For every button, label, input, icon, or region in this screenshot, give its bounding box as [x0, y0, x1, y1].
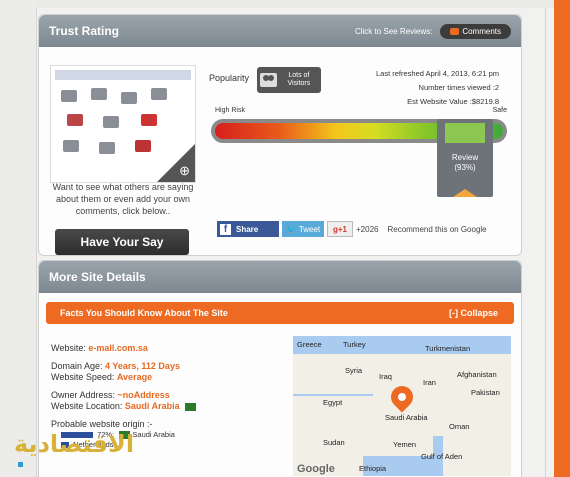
map-label: Ethiopia [359, 464, 387, 473]
google-logo: Google [297, 463, 335, 475]
review-indicator[interactable]: Review (93%) [437, 119, 493, 197]
est-value: Est Website Value :$8219.8 [407, 97, 499, 106]
map-label: Gulf of Aden [421, 452, 463, 461]
owner-row: Owner Address: ~noAddress [51, 390, 196, 401]
map-label: Pakistan [471, 388, 500, 397]
thumb-product [141, 114, 157, 126]
facts-bar[interactable]: Facts You Should Know About The Site [-]… [46, 302, 514, 324]
speed-label: Website Speed: [51, 372, 115, 382]
logo-accent [18, 462, 23, 467]
review-text: Review (93%) [437, 153, 493, 173]
click-to-see-reviews: Click to See Reviews: [354, 26, 433, 36]
review-window [445, 123, 485, 143]
left-margin [0, 0, 36, 477]
site-details-title: More Site Details [49, 270, 146, 284]
map-label: Saudi Arabia [385, 413, 428, 422]
high-risk-label: High Risk [215, 107, 245, 114]
map-label: Yemen [393, 440, 417, 449]
flag-icon [185, 402, 197, 411]
recommend-text: Recommend this on Google [387, 224, 487, 234]
domain-age-value: 4 Years, 112 Days [105, 361, 180, 371]
popularity-label: Popularity [209, 73, 250, 83]
facebook-share-button[interactable]: f Share [217, 221, 279, 237]
review-notch [453, 189, 477, 197]
times-viewed: Number times viewed :2 [418, 83, 499, 92]
domain-age-label: Domain Age: [51, 361, 103, 371]
last-refreshed: Last refreshed April 4, 2013, 6:21 pm [376, 69, 499, 78]
review-label: Review [451, 153, 479, 162]
reviews-area: Click to See Reviews: Comments [354, 23, 511, 39]
website-value[interactable]: e-mall.com.sa [88, 343, 148, 353]
comment-icon [450, 27, 460, 35]
map-label: Greece [297, 340, 322, 349]
comments-label: Comments [462, 26, 501, 36]
map-label: Turkey [343, 340, 366, 349]
map-label: Iraq [379, 372, 392, 381]
facts-title: Facts You Should Know About The Site [60, 308, 228, 318]
tweet-button[interactable]: 🐦 Tweet [282, 221, 324, 237]
visitors-text: Lots of Visitors [287, 72, 311, 87]
location-value: Saudi Arabia [124, 401, 180, 411]
site-details-header: More Site Details [39, 261, 521, 293]
map-label: Oman [449, 422, 470, 431]
trust-rating-panel: Trust Rating Click to See Reviews: Comme… [38, 14, 522, 256]
thumb-product [121, 92, 137, 104]
owner-value: ~noAddress [117, 390, 170, 400]
people-icon [260, 73, 277, 87]
collapse-toggle[interactable]: [-] Collapse [449, 308, 498, 318]
owner-label: Owner Address: [51, 390, 116, 400]
website-row: Website: e-mall.com.sa [51, 343, 196, 354]
newspaper-logo: الاقتصادية [14, 430, 135, 458]
twitter-icon: 🐦 [285, 224, 296, 234]
age-speed-group: Domain Age: 4 Years, 112 Days Website Sp… [51, 361, 196, 383]
frame-divider-left [36, 8, 37, 477]
domain-age-row: Domain Age: 4 Years, 112 Days [51, 361, 196, 372]
share-label: Share [236, 224, 259, 234]
map-label: Turkmenistan [425, 344, 471, 353]
site-thumbnail[interactable]: ⊕ [50, 65, 196, 183]
gplus-count: +2026 [356, 224, 379, 234]
thumb-product [61, 90, 77, 102]
google-plus-button[interactable]: g +1 [327, 221, 353, 237]
site-stats: Last refreshed April 4, 2013, 6:21 pm Nu… [376, 67, 499, 109]
tweet-label: Tweet [298, 224, 321, 234]
owner-location-group: Owner Address: ~noAddress Website Locati… [51, 390, 197, 412]
thumb-product [151, 88, 167, 100]
trust-rating-header: Trust Rating Click to See Reviews: Comme… [39, 15, 521, 47]
zoom-icon[interactable]: ⊕ [179, 164, 190, 177]
thumb-product [67, 114, 83, 126]
thumb-product [103, 116, 119, 128]
location-map[interactable]: Greece Turkey Turkmenistan Syria Iraq Ir… [293, 336, 511, 476]
location-label: Website Location: [51, 401, 123, 411]
review-percent: (93%) [454, 163, 476, 172]
map-label: Sudan [323, 438, 345, 447]
thumb-product [99, 142, 115, 154]
have-your-say-button[interactable]: Have Your Say [55, 229, 189, 255]
top-strip [0, 0, 570, 8]
thumb-caption: Want to see what others are saying about… [52, 182, 194, 216]
website-label: Website: [51, 343, 86, 353]
map-label: Syria [345, 366, 363, 375]
trust-rating-title: Trust Rating [49, 24, 120, 38]
thumb-nav [55, 70, 191, 80]
gplus-label: +1 [337, 224, 347, 234]
thumb-product [135, 140, 151, 152]
thumb-product [63, 140, 79, 152]
location-row: Website Location: Saudi Arabia [51, 401, 197, 412]
safe-label: Safe [492, 107, 507, 114]
speed-row: Website Speed: Average [51, 372, 196, 383]
share-row: f Share 🐦 Tweet g +1 +2026 Recommend this… [217, 221, 487, 237]
speed-value: Average [116, 372, 153, 382]
map-label: Afghanistan [457, 370, 497, 379]
map-label: Iran [423, 378, 436, 387]
orange-edge [554, 0, 570, 477]
origin-country: Saudi Arabia [132, 430, 175, 439]
map-label: Egypt [323, 398, 343, 407]
thumb-product [91, 88, 107, 100]
comments-button[interactable]: Comments [440, 23, 511, 39]
origin-label: Probable website origin :- [51, 419, 153, 429]
visitors-badge: Lots of Visitors [257, 67, 321, 93]
frame-divider-right [545, 8, 546, 477]
facebook-icon: f [220, 223, 231, 235]
